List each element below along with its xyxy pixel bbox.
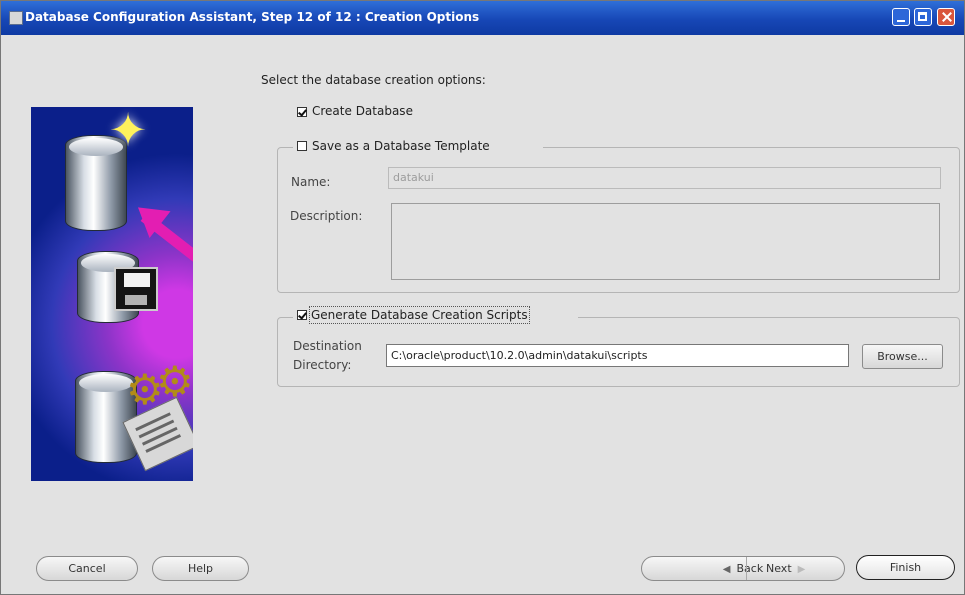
database-icon	[9, 11, 23, 25]
template-description-field[interactable]	[391, 203, 940, 280]
maximize-button[interactable]	[914, 8, 932, 26]
window-titlebar: Database Configuration Assistant, Step 1…	[1, 1, 964, 35]
template-name-field[interactable]: datakui	[388, 167, 941, 189]
window-title: Database Configuration Assistant, Step 1…	[25, 10, 480, 24]
creation-options-prompt: Select the database creation options:	[261, 73, 486, 87]
creation-options-illustration: ✦ ⚙ ⚙	[31, 107, 193, 481]
back-button[interactable]: Back	[736, 562, 763, 575]
template-name-label: Name:	[291, 175, 331, 189]
chevron-right-icon: ▶	[797, 564, 806, 575]
navigation-separator	[746, 557, 747, 580]
finish-button[interactable]: Finish	[856, 555, 955, 580]
destination-directory-input[interactable]: C:\oracle\product\10.2.0\admin\datakui\s…	[386, 344, 849, 367]
generate-scripts-label: Generate Database Creation Scripts	[309, 306, 530, 324]
chevron-left-icon: ◀	[722, 564, 731, 575]
next-button[interactable]: Next ▶	[766, 557, 806, 580]
database-configuration-window: Database Configuration Assistant, Step 1…	[0, 0, 965, 595]
save-template-label: Save as a Database Template	[312, 139, 490, 153]
floppy-disk-icon	[114, 267, 158, 311]
template-description-label: Description:	[290, 209, 363, 223]
next-button-label: Next	[766, 562, 792, 575]
cancel-button[interactable]: Cancel	[36, 556, 138, 581]
save-template-checkbox[interactable]	[297, 141, 307, 151]
browse-button[interactable]: Browse...	[862, 344, 943, 369]
close-button[interactable]	[937, 8, 955, 26]
navigation-button-group: ◀ Back Next ▶	[641, 556, 845, 581]
create-database-checkbox[interactable]	[297, 107, 307, 117]
generate-scripts-checkbox[interactable]	[297, 310, 307, 320]
minimize-button[interactable]	[892, 8, 910, 26]
destination-label-line-2: Directory:	[293, 358, 352, 372]
destination-label-line-1: Destination	[293, 339, 362, 353]
create-database-label: Create Database	[312, 104, 413, 118]
help-button[interactable]: Help	[152, 556, 249, 581]
sparkle-icon: ✦	[108, 107, 148, 157]
